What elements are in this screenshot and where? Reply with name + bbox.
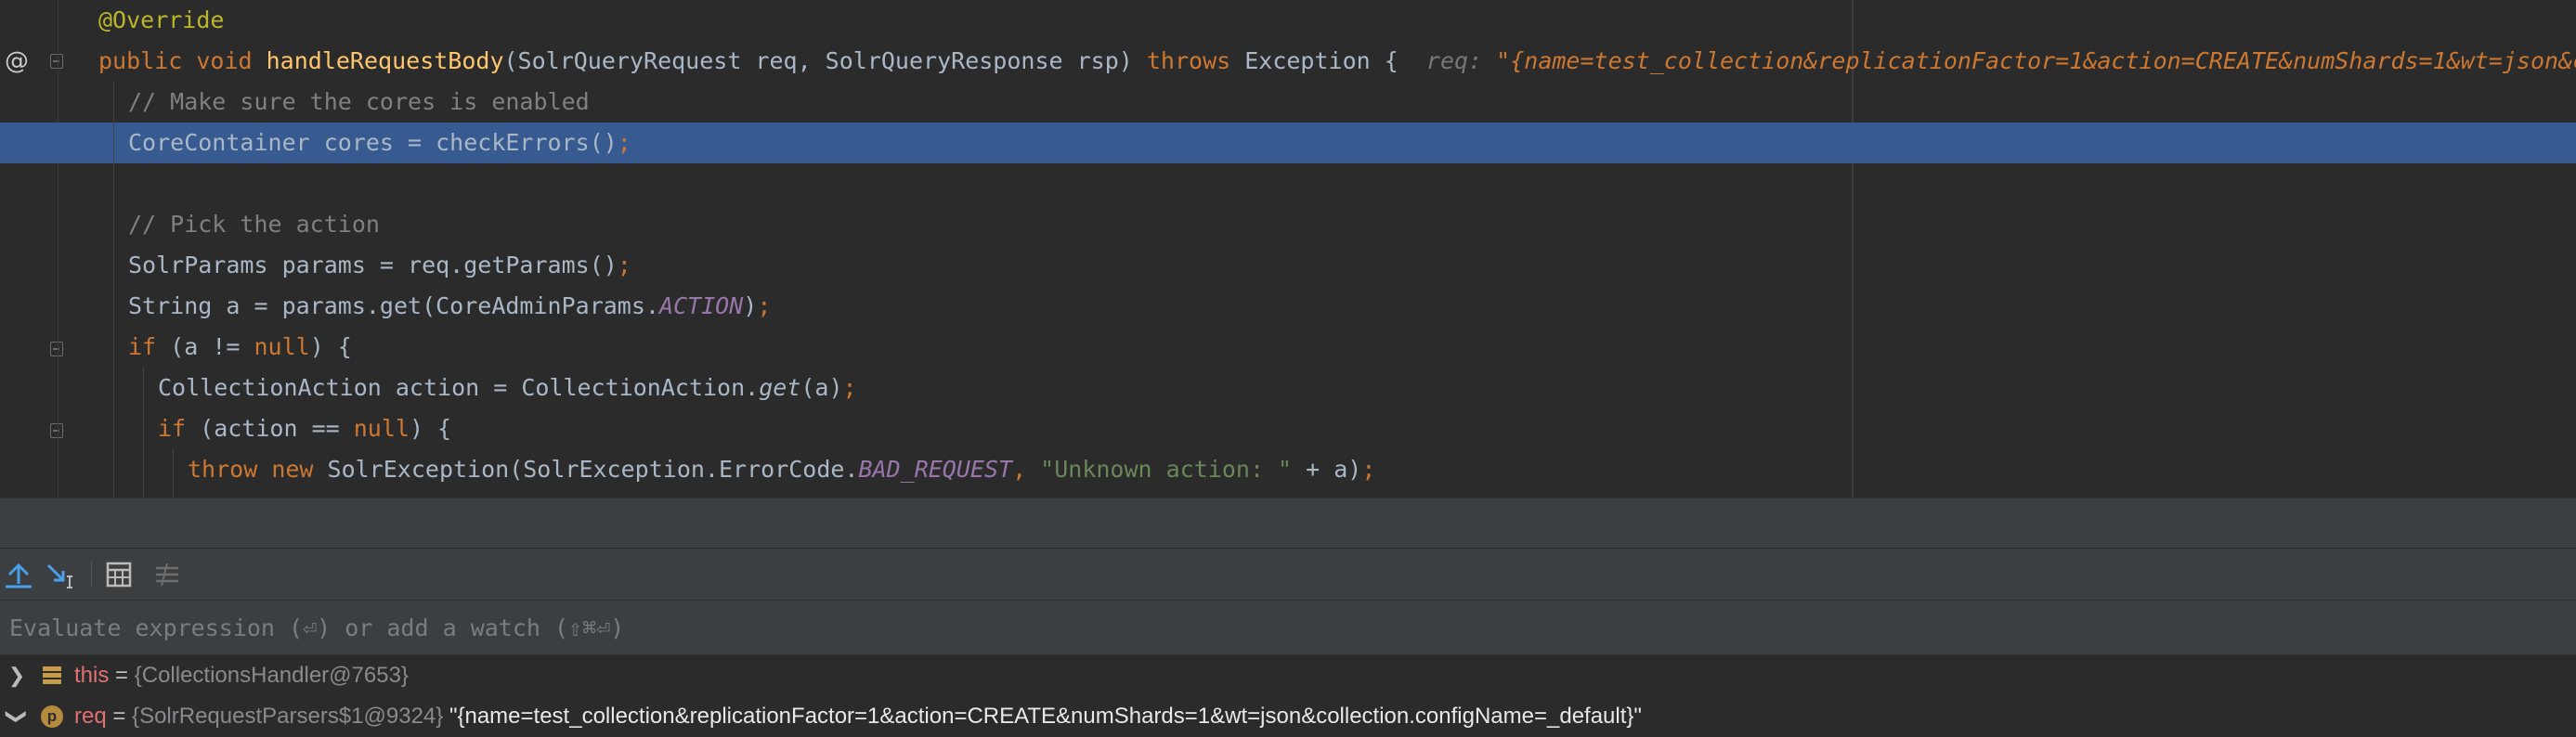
variables-tree[interactable]: ❯ this = {CollectionsHandler@7653} ❯ p r… bbox=[0, 655, 2576, 737]
code-token: new bbox=[271, 456, 328, 483]
expand-chevron-icon[interactable]: ❯ bbox=[7, 655, 26, 696]
code-token: + a) bbox=[1306, 456, 1362, 483]
code-token: if bbox=[128, 333, 171, 360]
parameter-icon: p bbox=[41, 705, 63, 728]
variable-text: this = {CollectionsHandler@7653} bbox=[74, 655, 409, 696]
trace-icon[interactable] bbox=[149, 556, 186, 593]
code-token: ; bbox=[617, 252, 631, 278]
evaluate-expression-input[interactable] bbox=[0, 601, 2576, 654]
variable-equals: = bbox=[109, 663, 135, 688]
variable-name: req bbox=[74, 704, 107, 729]
variable-row-req[interactable]: ❯ p req = {SolrRequestParsers$1@9324} "{… bbox=[0, 696, 2576, 737]
code-token: void bbox=[196, 47, 267, 74]
variable-type: {CollectionsHandler@7653} bbox=[134, 663, 409, 688]
debugger-panel-header bbox=[0, 498, 2576, 548]
variable-row-this[interactable]: ❯ this = {CollectionsHandler@7653} bbox=[0, 655, 2576, 696]
code-line-text: throw new SolrException(SolrException.Er… bbox=[188, 449, 1375, 490]
code-line-text: String a = params.get(CoreAdminParams.AC… bbox=[128, 286, 771, 327]
code-line-text: CollectionAction action = CollectionActi… bbox=[158, 368, 857, 408]
variable-equals: = bbox=[106, 704, 133, 729]
code-token: @Override bbox=[98, 6, 225, 33]
code-token: null bbox=[254, 333, 310, 360]
code-token: Exception { bbox=[1244, 47, 1399, 74]
code-token: ; bbox=[842, 374, 857, 401]
evaluate-bar bbox=[0, 600, 2576, 655]
code-line-text: // Pick the action bbox=[128, 204, 380, 245]
code-token: // Pick the action bbox=[128, 211, 380, 238]
code-line[interactable]: SolrParams params = req.getParams(); bbox=[0, 245, 2576, 286]
code-token: (a) bbox=[800, 374, 843, 401]
inline-debug-hint-value: "{name=test_collection&replicationFactor… bbox=[1496, 47, 2576, 74]
code-line[interactable]: throw new SolrException(SolrException.Er… bbox=[0, 449, 2576, 490]
code-token: ) bbox=[743, 292, 758, 319]
toolbar-separator bbox=[91, 562, 92, 588]
code-token: throw bbox=[188, 456, 272, 483]
code-token: String a = params.get(CoreAdminParams. bbox=[128, 292, 659, 319]
code-token: SolrParams params = req.getParams() bbox=[128, 252, 618, 278]
code-line-text: // Make sure the cores is enabled bbox=[128, 82, 590, 123]
variable-name: this bbox=[74, 663, 110, 688]
code-line-text: public void handleRequestBody(SolrQueryR… bbox=[98, 41, 2576, 82]
evaluate-icon[interactable] bbox=[100, 556, 137, 593]
variable-type: {SolrRequestParsers$1@9324} bbox=[132, 704, 449, 729]
code-line-text: if (action == null) { bbox=[158, 408, 451, 449]
run-to-cursor-icon[interactable] bbox=[41, 556, 78, 593]
code-line-current[interactable]: CoreContainer cores = checkErrors(); bbox=[0, 123, 2576, 163]
code-token: "Unknown action: " bbox=[1040, 456, 1307, 483]
code-line[interactable]: CollectionAction action = CollectionActi… bbox=[0, 368, 2576, 408]
code-token: CoreContainer cores = checkErrors() bbox=[128, 129, 618, 156]
fields-icon bbox=[43, 666, 61, 685]
code-token: ) { bbox=[309, 333, 352, 360]
code-token: // Make sure the cores is enabled bbox=[128, 88, 590, 115]
indent-guide bbox=[173, 449, 174, 498]
code-line[interactable]: public void handleRequestBody(SolrQueryR… bbox=[0, 41, 2576, 82]
code-token: ACTION bbox=[658, 292, 744, 319]
code-token: SolrException(SolrException.ErrorCode. bbox=[327, 456, 859, 483]
code-token: public bbox=[98, 47, 197, 74]
code-line[interactable]: // Make sure the cores is enabled bbox=[0, 82, 2576, 123]
debugger-toolbar bbox=[0, 548, 2576, 600]
code-line[interactable]: String a = params.get(CoreAdminParams.AC… bbox=[0, 286, 2576, 327]
code-token: null bbox=[353, 415, 410, 442]
code-token: if bbox=[158, 415, 201, 442]
code-editor[interactable]: @ @Override public void handleRequestBody… bbox=[0, 0, 2576, 498]
code-line[interactable]: @Override bbox=[0, 0, 2576, 41]
code-token: CollectionAction action = CollectionActi… bbox=[158, 374, 760, 401]
code-token: BAD_REQUEST bbox=[858, 456, 1013, 483]
inline-debug-hint-name: req: bbox=[1425, 47, 1497, 74]
code-token: get bbox=[759, 374, 801, 401]
collapse-chevron-icon[interactable]: ❯ bbox=[0, 707, 37, 726]
code-line-text: CoreContainer cores = checkErrors(); bbox=[128, 123, 631, 163]
code-token: (action == bbox=[200, 415, 354, 442]
code-token: handleRequestBody bbox=[266, 47, 504, 74]
step-out-icon[interactable] bbox=[0, 556, 37, 593]
code-token: ; bbox=[757, 292, 772, 319]
code-line[interactable] bbox=[0, 163, 2576, 204]
code-token: throws bbox=[1146, 47, 1245, 74]
code-token: ; bbox=[617, 129, 631, 156]
indent-guide bbox=[113, 82, 114, 498]
code-line[interactable]: if (a != null) { bbox=[0, 327, 2576, 368]
variable-text: req = {SolrRequestParsers$1@9324} "{name… bbox=[74, 696, 1642, 737]
code-token: ; bbox=[1361, 456, 1376, 483]
code-line[interactable]: // Pick the action bbox=[0, 204, 2576, 245]
code-line[interactable]: if (action == null) { bbox=[0, 408, 2576, 449]
inline-hint-gap bbox=[1399, 47, 1426, 74]
code-line-text: SolrParams params = req.getParams(); bbox=[128, 245, 631, 286]
code-line-text: if (a != null) { bbox=[128, 327, 352, 368]
indent-guide bbox=[143, 368, 144, 498]
code-token: , bbox=[1012, 456, 1041, 483]
code-token: (a != bbox=[170, 333, 254, 360]
code-line-text: @Override bbox=[98, 0, 224, 41]
variable-value: "{name=test_collection&replicationFactor… bbox=[449, 704, 1642, 729]
code-token: ) { bbox=[409, 415, 452, 442]
code-token: (SolrQueryRequest req, SolrQueryResponse… bbox=[503, 47, 1147, 74]
